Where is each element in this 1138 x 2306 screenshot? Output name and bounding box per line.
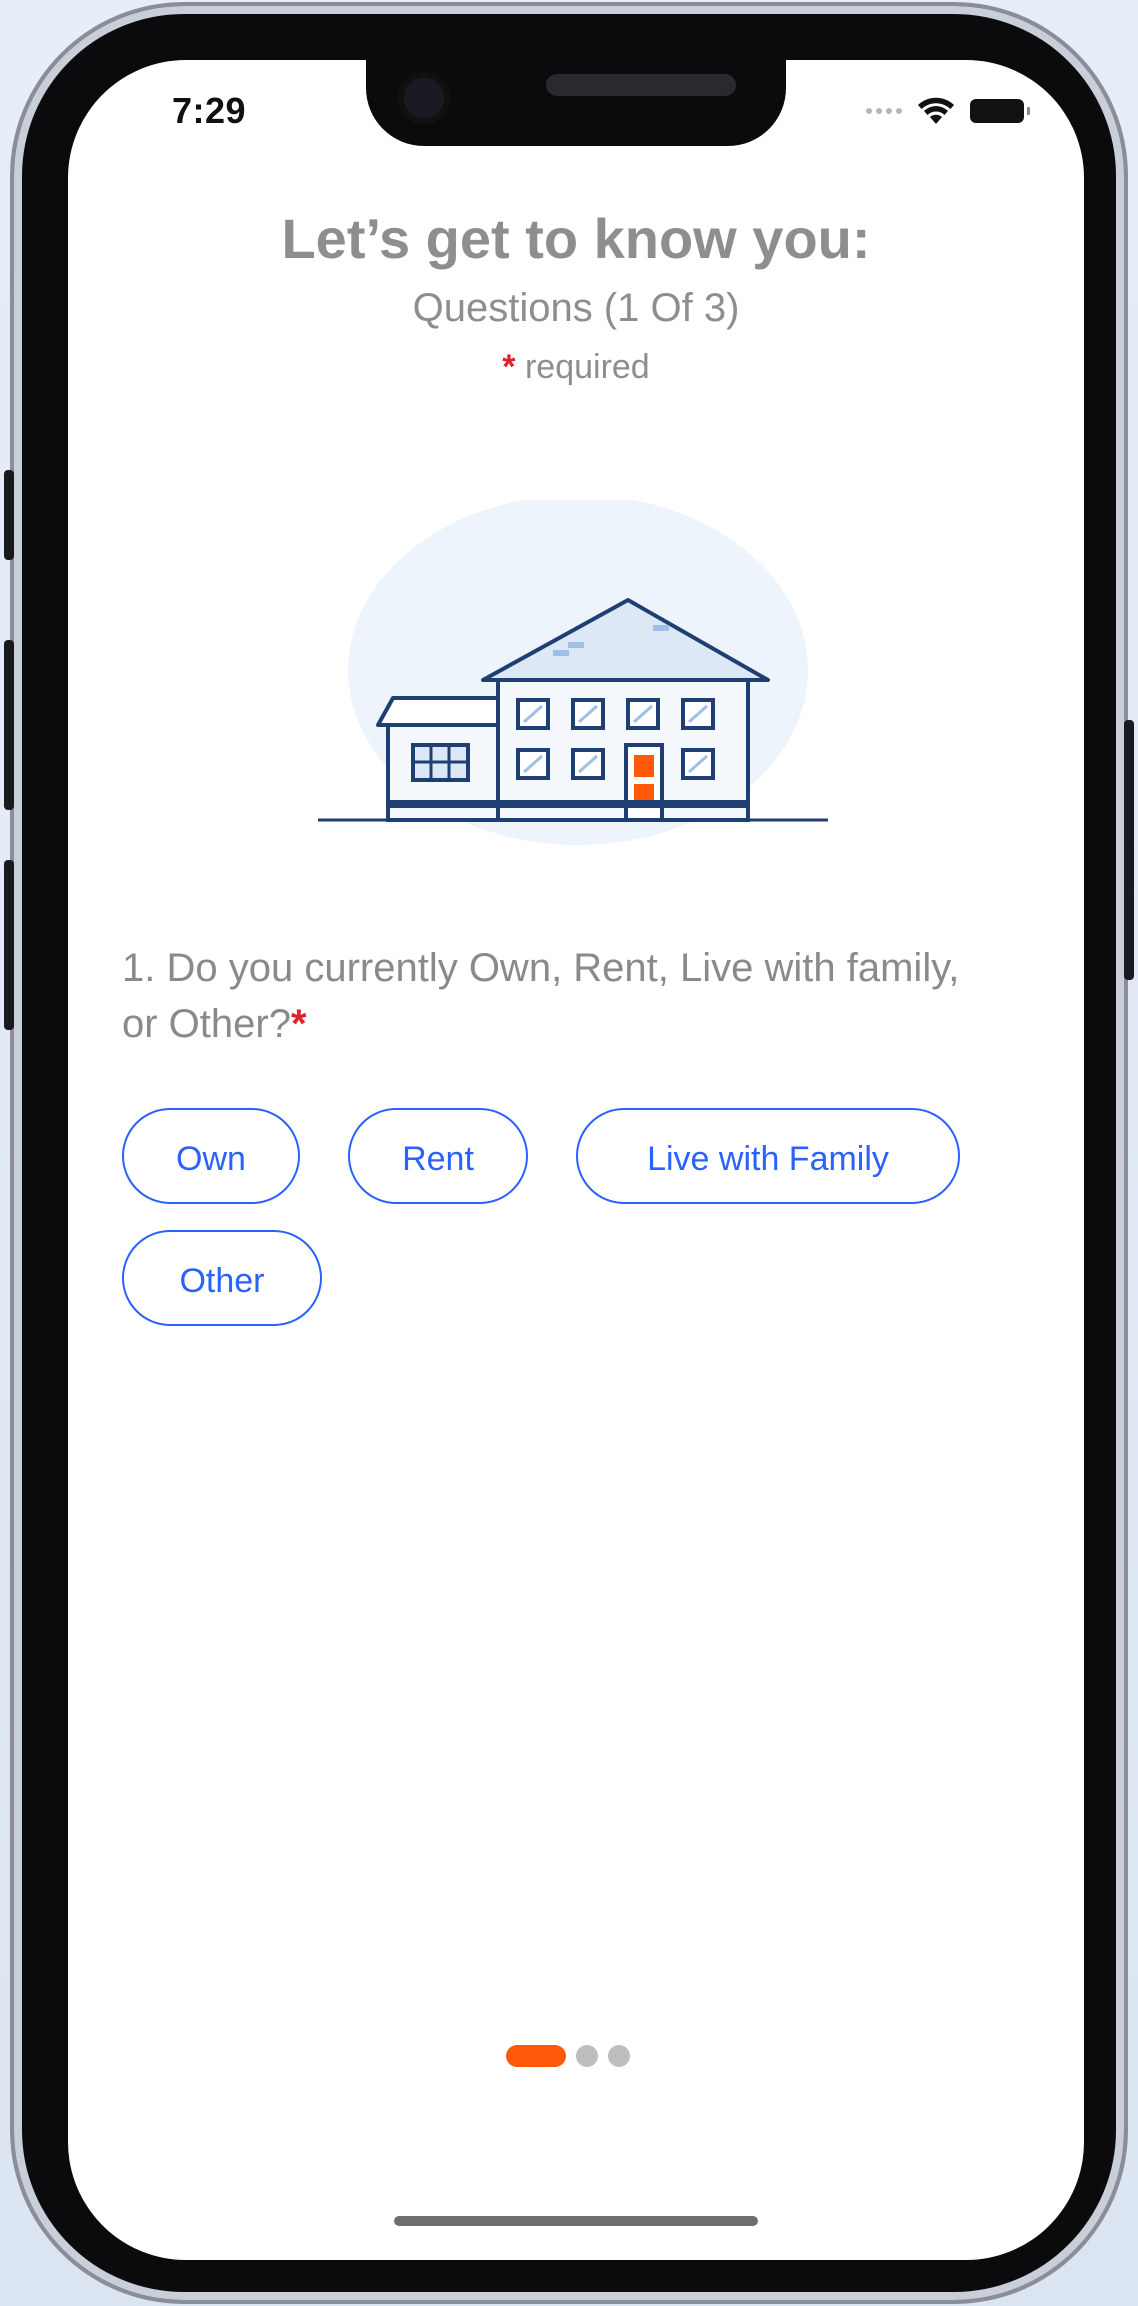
option-live-with-family-button[interactable]: Live with Family bbox=[576, 1108, 960, 1204]
question-progress: Questions (1 Of 3) bbox=[412, 286, 740, 330]
house-illustration bbox=[318, 500, 828, 845]
page-indicator bbox=[506, 2045, 630, 2067]
required-label: required bbox=[524, 348, 650, 386]
signal-icon bbox=[866, 108, 902, 114]
option-other-button[interactable]: Other bbox=[122, 1230, 322, 1326]
app-screen: 7:29 Let’s get to know you: Questions (1… bbox=[68, 60, 1084, 2260]
status-time: 7:29 bbox=[172, 90, 247, 131]
option-own-button[interactable]: Own bbox=[122, 1108, 300, 1204]
speaker-grille bbox=[546, 74, 736, 96]
battery-icon bbox=[970, 99, 1030, 123]
question-text: 1. Do you currently Own, Rent, Live with… bbox=[122, 940, 1002, 1052]
required-star: * bbox=[502, 348, 516, 386]
volume-up-button bbox=[4, 640, 14, 810]
page-indicator-dot bbox=[608, 2045, 630, 2067]
front-camera bbox=[398, 72, 450, 124]
wifi-icon bbox=[918, 97, 954, 124]
volume-down-button bbox=[4, 860, 14, 1030]
option-rent-button[interactable]: Rent bbox=[348, 1108, 528, 1204]
page-indicator-active bbox=[506, 2045, 566, 2067]
question-label: 1. Do you currently Own, Rent, Live with… bbox=[122, 946, 960, 1046]
mute-switch bbox=[4, 470, 14, 560]
page-indicator-dot bbox=[576, 2045, 598, 2067]
status-icons bbox=[866, 96, 1030, 126]
required-note: * required bbox=[68, 348, 1084, 387]
power-button bbox=[1124, 720, 1134, 980]
question-required-star: * bbox=[290, 1002, 307, 1046]
page-title: Let’s get to know you: bbox=[281, 207, 871, 270]
home-indicator[interactable] bbox=[394, 2216, 758, 2226]
